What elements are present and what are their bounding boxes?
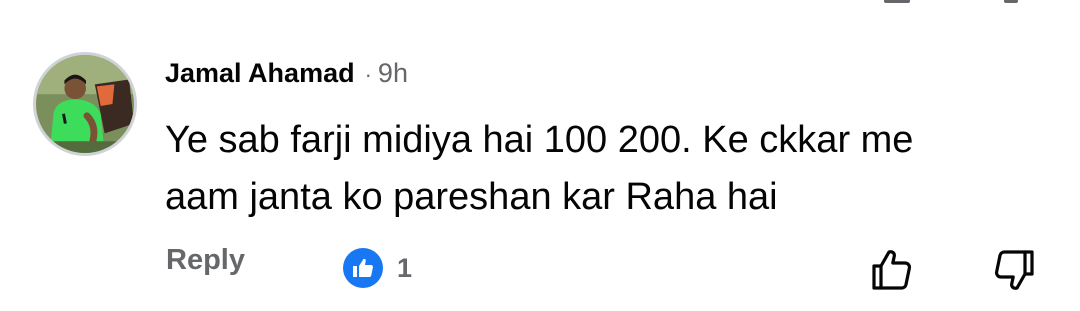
author-name[interactable]: Jamal Ahamad bbox=[165, 58, 355, 89]
reaction-count: 1 bbox=[397, 252, 413, 283]
timestamp[interactable]: 9h bbox=[378, 58, 408, 89]
avatar[interactable] bbox=[33, 52, 137, 156]
comment-item: Jamal Ahamad · 9h Ye sab farji midiya ha… bbox=[0, 0, 1080, 311]
thumbs-down-outline-icon bbox=[994, 250, 1034, 290]
meta-separator: · bbox=[364, 62, 372, 87]
downvote-button[interactable] bbox=[990, 246, 1038, 294]
like-icon bbox=[343, 248, 383, 288]
reply-button[interactable]: Reply bbox=[166, 244, 245, 277]
profile-photo-icon bbox=[36, 55, 134, 153]
comment-actions: Reply 1 bbox=[0, 240, 1080, 296]
comment-body: Ye sab farji midiya hai 100 200. Ke ckka… bbox=[165, 119, 914, 218]
reaction-summary[interactable]: 1 bbox=[343, 248, 412, 288]
thumbs-up-outline-icon bbox=[872, 250, 912, 290]
upvote-button[interactable] bbox=[868, 246, 916, 294]
comment-header: Jamal Ahamad · 9h bbox=[165, 58, 408, 94]
